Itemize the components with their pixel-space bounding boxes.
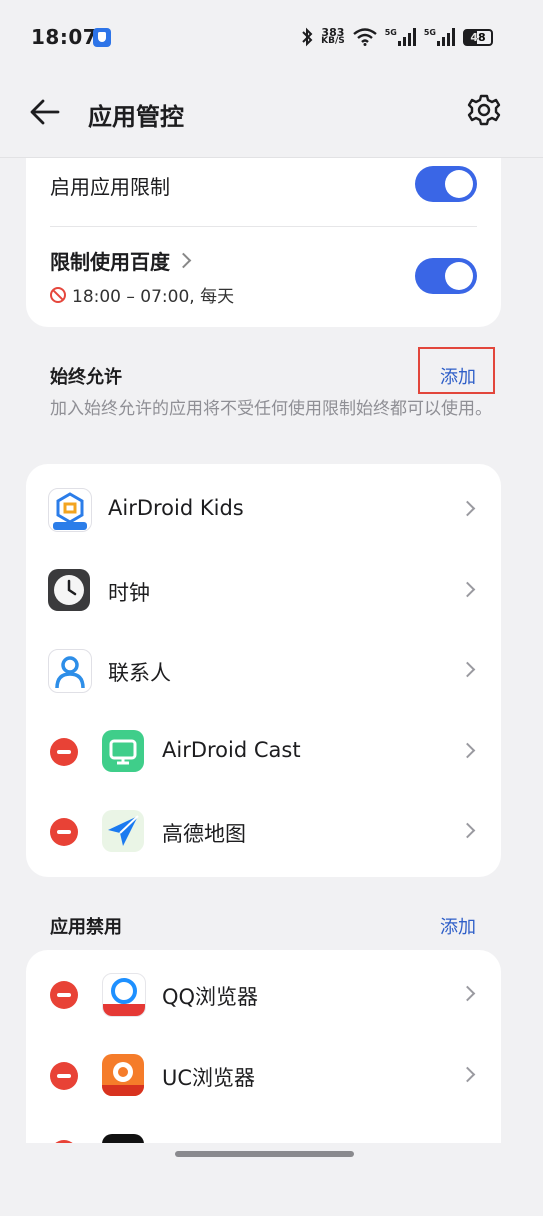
home-indicator[interactable] <box>175 1151 354 1157</box>
chevron-right-icon <box>459 661 476 678</box>
clock-icon <box>48 569 90 611</box>
list-item[interactable]: AirDroid Kids <box>26 469 501 549</box>
remove-icon[interactable] <box>50 1062 78 1090</box>
page-title: 应用管控 <box>88 103 184 131</box>
limit-schedule-text: 18:00 – 07:00, 每天 <box>72 287 235 307</box>
always-allowed-title: 始终允许 <box>50 367 122 388</box>
chevron-right-icon <box>459 1066 476 1083</box>
battery-icon: 48 <box>463 28 493 46</box>
limit-baidu-label: 限制使用百度 <box>50 250 170 274</box>
enable-restriction-label: 启用应用限制 <box>50 175 170 199</box>
enable-restriction-toggle[interactable] <box>415 166 477 202</box>
limit-baidu-title: 限制使用百度 <box>50 246 192 275</box>
chevron-right-icon <box>175 252 192 269</box>
bluetooth-icon <box>302 27 313 47</box>
airdroid-kids-icon <box>48 488 92 532</box>
app-name: UC浏览器 <box>162 1066 256 1090</box>
amap-icon <box>102 810 144 852</box>
always-allowed-description: 加入始终允许的应用将不受任何使用限制始终都可以使用。 <box>50 399 492 419</box>
remove-icon[interactable] <box>50 818 78 846</box>
chevron-right-icon <box>459 742 476 759</box>
signal-sim1-icon: 5G <box>385 28 416 46</box>
app-name: 时钟 <box>108 581 150 605</box>
enable-restriction-row[interactable]: 启用应用限制 <box>50 158 477 226</box>
restriction-card: 启用应用限制 限制使用百度 18:00 – 07:00, 每天 <box>26 158 501 327</box>
app-header: 应用管控 <box>0 75 543 158</box>
app-name: 联系人 <box>108 661 171 685</box>
list-item[interactable]: AirDroid Cast <box>26 711 501 791</box>
status-bar: 18:07 383 KB/S 5G 5G 48 <box>0 0 543 75</box>
app-name: 高德地图 <box>162 822 246 846</box>
app-name: AirDroid Kids <box>108 496 244 520</box>
remove-icon[interactable] <box>50 981 78 1009</box>
airdroid-cast-icon <box>102 730 144 772</box>
blocked-add-button[interactable]: 添加 <box>440 913 476 939</box>
network-speed-unit: KB/S <box>321 36 345 46</box>
list-item[interactable]: 高德地图 <box>26 791 501 871</box>
app-name: QQ浏览器 <box>162 985 259 1009</box>
uc-browser-icon <box>102 1054 144 1096</box>
remove-icon[interactable] <box>50 738 78 766</box>
ban-icon <box>50 286 66 303</box>
limit-baidu-row[interactable]: 限制使用百度 18:00 – 07:00, 每天 <box>50 227 477 327</box>
list-item[interactable]: 时钟 <box>26 550 501 630</box>
chevron-right-icon <box>459 500 476 517</box>
blocked-apps-title: 应用禁用 <box>50 917 122 938</box>
chevron-right-icon <box>459 985 476 1002</box>
qq-browser-icon <box>102 973 146 1017</box>
always-allowed-list: AirDroid Kids 时钟 联系人 AirDroid Cast 高德地图 <box>26 464 501 877</box>
battery-level: 48 <box>470 30 486 44</box>
app-name: AirDroid Cast <box>162 738 301 762</box>
security-shield-icon <box>93 28 111 47</box>
list-item[interactable]: UC浏览器 <box>26 1035 501 1115</box>
signal-sim2-icon: 5G <box>424 28 455 46</box>
gear-icon[interactable] <box>467 93 501 127</box>
back-arrow-icon[interactable] <box>28 95 62 129</box>
limit-schedule: 18:00 – 07:00, 每天 <box>50 282 234 307</box>
status-time: 18:07 <box>31 25 98 49</box>
limit-baidu-toggle[interactable] <box>415 258 477 294</box>
wifi-icon <box>352 28 377 46</box>
network-speed: 383 KB/S <box>321 27 345 46</box>
status-icons: 383 KB/S 5G 5G 48 <box>301 25 493 49</box>
chevron-right-icon <box>459 822 476 839</box>
list-item[interactable]: 联系人 <box>26 630 501 710</box>
chevron-right-icon <box>459 581 476 598</box>
always-allowed-add-button[interactable]: 添加 <box>440 363 476 389</box>
list-item[interactable]: QQ浏览器 <box>26 954 501 1034</box>
contacts-icon <box>48 649 92 693</box>
